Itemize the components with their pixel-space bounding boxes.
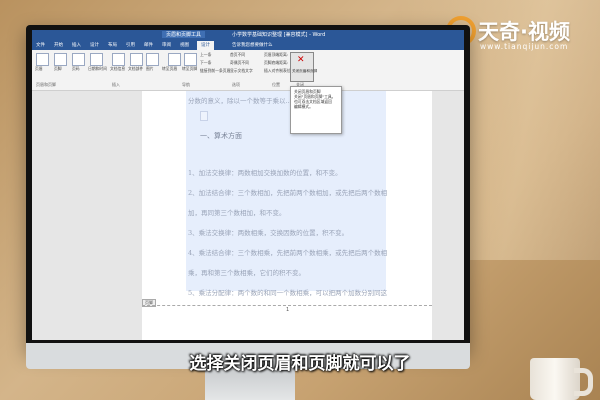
doc-line: 5、乘法分配律：两个数的和同一个数相乘，可以把两个加数分别同这 [188, 289, 388, 297]
date-time-button-label: 日期和时间 [88, 66, 107, 71]
tab-design[interactable]: 设计 [90, 42, 99, 48]
doc-line: 4、乘法结合律：三个数相乘，先把前两个数相乘，或先把后两个数相 [188, 249, 388, 257]
footer-button-label: 页脚 [54, 66, 62, 71]
nav-next[interactable]: 下一条 [200, 60, 211, 66]
tab-file[interactable]: 文件 [36, 42, 45, 48]
tab-layout[interactable]: 布局 [108, 42, 117, 48]
goto-footer-icon[interactable] [184, 53, 197, 66]
doc-line: 1、加法交换律：两数相加交换加数的位置，和不变。 [188, 169, 342, 177]
ribbon: 页眉 页脚 页码 日期和时间 文档信息 文档部件 图片 转至页眉 转至页脚 上一… [32, 50, 464, 91]
coffee-cup [530, 358, 580, 400]
date-time-icon[interactable] [90, 53, 103, 66]
tab-home[interactable]: 开始 [54, 42, 63, 48]
logo-url: www.tianqijun.com [480, 42, 569, 51]
option-show-text[interactable]: 显示文档文字 [230, 68, 253, 74]
document-area: 分数的意义，除以一个数等于乘以... 一、算术方面 1、加法交换律：两数相加交换… [32, 91, 464, 340]
header-button-label: 页眉 [35, 66, 43, 71]
doc-line: 分数的意义，除以一个数等于乘以... [188, 97, 292, 105]
nav-previous[interactable]: 上一条 [200, 52, 211, 58]
quick-parts-icon[interactable] [130, 53, 143, 66]
tell-me-box[interactable]: 告诉我您想要做什么 [232, 42, 273, 48]
group-label-position: 位置 [272, 82, 280, 87]
goto-header-label: 转至页眉 [162, 66, 178, 71]
tab-view[interactable]: 视图 [180, 42, 189, 48]
video-subtitle: 选择关闭页眉和页脚就可以了 [189, 354, 411, 374]
tab-mailings[interactable]: 邮件 [144, 42, 153, 48]
tab-hf-design[interactable]: 设计 [197, 41, 214, 50]
tab-references[interactable]: 引用 [126, 42, 135, 48]
picture-icon[interactable] [146, 53, 159, 66]
header-distance-label: 页眉顶端距离: [264, 52, 289, 57]
header-icon[interactable] [36, 53, 49, 66]
doc-info-button-label: 文档信息 [110, 66, 126, 71]
title-bar: 页眉和页脚工具 小学数学基础知识整理 [兼容模式] - Word [32, 30, 464, 41]
goto-header-icon[interactable] [168, 53, 181, 66]
doc-heading: 一、算术方面 [200, 132, 242, 140]
footer-divider [142, 305, 432, 306]
page-number-button-label: 页码 [72, 66, 80, 71]
doc-line: 2、加法结合律：三个数相加，先把前两个数相加，或先把后两个数相 [188, 189, 388, 197]
option-odd-even[interactable]: 奇偶页不同 [230, 60, 249, 66]
text-cursor [200, 111, 208, 121]
quick-parts-button-label: 文档部件 [128, 66, 144, 71]
tooltip-line: 编辑模式。 [294, 104, 313, 109]
context-tab-label: 页眉和页脚工具 [162, 31, 206, 38]
ribbon-tabs: 文件 开始 插入 设计 布局 引用 邮件 审阅 视图 设计 告诉我您想要做什么 [32, 41, 464, 50]
nav-link-previous[interactable]: 链接到前一条页眉 [200, 68, 230, 74]
page-number: 1 [286, 307, 290, 313]
document-page[interactable]: 分数的意义，除以一个数等于乘以... 一、算术方面 1、加法交换律：两数相加交换… [142, 91, 432, 340]
group-label-insert: 插入 [112, 82, 120, 87]
coffee-cup-handle [574, 368, 593, 396]
doc-info-icon[interactable] [112, 53, 125, 66]
insert-align-tab[interactable]: 插入对齐制表位 [264, 68, 291, 74]
tab-review[interactable]: 审阅 [162, 42, 171, 48]
close-x-icon: ✕ [297, 55, 305, 65]
picture-button-label: 图片 [146, 66, 154, 71]
footer-icon[interactable] [54, 53, 67, 66]
window-title: 小学数学基础知识整理 [兼容模式] - Word [232, 32, 326, 38]
tab-insert[interactable]: 插入 [72, 42, 81, 48]
doc-line: 加，再同第三个数相加，和不变。 [188, 209, 286, 217]
close-button-label: 关闭页眉和页脚 [292, 69, 318, 73]
group-label-nav: 导航 [182, 82, 190, 87]
doc-line: 乘，再和第三个数相乘，它们的积不变。 [188, 269, 305, 277]
group-label-hf: 页眉和页脚 [36, 82, 56, 87]
doc-line: 3、乘法交换律：两数相乘，交换因数的位置，积不变。 [188, 229, 349, 237]
footer-distance-label: 页脚底端距离: [264, 60, 289, 65]
goto-footer-label: 转至页脚 [182, 66, 198, 71]
page-number-icon[interactable] [72, 53, 85, 66]
close-tooltip: 关闭页眉和页脚 关闭"页眉和页脚"工具。 也可双击文档区域返回 编辑模式。 [290, 86, 342, 134]
close-header-footer-button[interactable]: ✕ 关闭页眉和页脚 [290, 52, 318, 82]
word-window: 页眉和页脚工具 小学数学基础知识整理 [兼容模式] - Word 文件 开始 插… [32, 30, 464, 340]
option-first-page[interactable]: 首页不同 [230, 52, 245, 58]
group-label-options: 选项 [232, 82, 240, 87]
tooltip-title: 关闭页眉和页脚 [294, 89, 321, 94]
